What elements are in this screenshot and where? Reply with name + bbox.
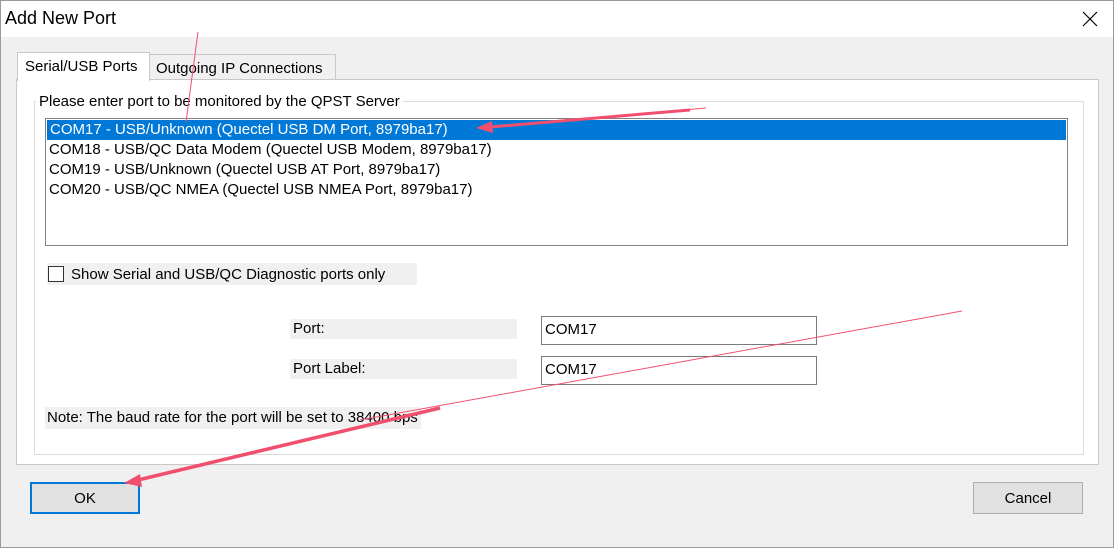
port-label-label: Port Label:	[290, 359, 517, 379]
close-icon	[1082, 11, 1098, 27]
tab-serial-usb-ports[interactable]: Serial/USB Ports	[17, 52, 150, 81]
port-list-item[interactable]: COM19 - USB/Unknown (Quectel USB AT Port…	[46, 160, 1067, 180]
title-bar: Add New Port	[1, 1, 1113, 37]
port-list-item[interactable]: COM18 - USB/QC Data Modem (Quectel USB M…	[46, 140, 1067, 160]
baud-rate-note: Note: The baud rate for the port will be…	[45, 407, 421, 429]
port-input[interactable]: COM17	[541, 316, 817, 345]
diagnostic-filter-label: Show Serial and USB/QC Diagnostic ports …	[71, 265, 386, 283]
ok-button[interactable]: OK	[30, 482, 140, 514]
port-label: Port:	[290, 319, 517, 339]
window-title: Add New Port	[5, 8, 117, 28]
serial-usb-tab-panel: Please enter port to be monitored by the…	[16, 79, 1099, 465]
port-label-input[interactable]: COM17	[541, 356, 817, 385]
group-legend: Please enter port to be monitored by the…	[36, 93, 403, 110]
tab-outgoing-ip-connections[interactable]: Outgoing IP Connections	[149, 54, 336, 80]
close-button[interactable]	[1067, 1, 1113, 37]
port-listbox[interactable]: COM17 - USB/Unknown (Quectel USB DM Port…	[45, 118, 1068, 246]
port-list-item[interactable]: COM17 - USB/Unknown (Quectel USB DM Port…	[47, 120, 1066, 140]
diagnostic-filter-checkbox[interactable]	[48, 266, 64, 282]
diagnostic-filter-row[interactable]: Show Serial and USB/QC Diagnostic ports …	[47, 263, 417, 285]
port-list-item[interactable]: COM20 - USB/QC NMEA (Quectel USB NMEA Po…	[46, 180, 1067, 200]
cancel-button[interactable]: Cancel	[973, 482, 1083, 514]
add-new-port-dialog: Add New Port Serial/USB Ports Outgoing I…	[0, 0, 1114, 548]
